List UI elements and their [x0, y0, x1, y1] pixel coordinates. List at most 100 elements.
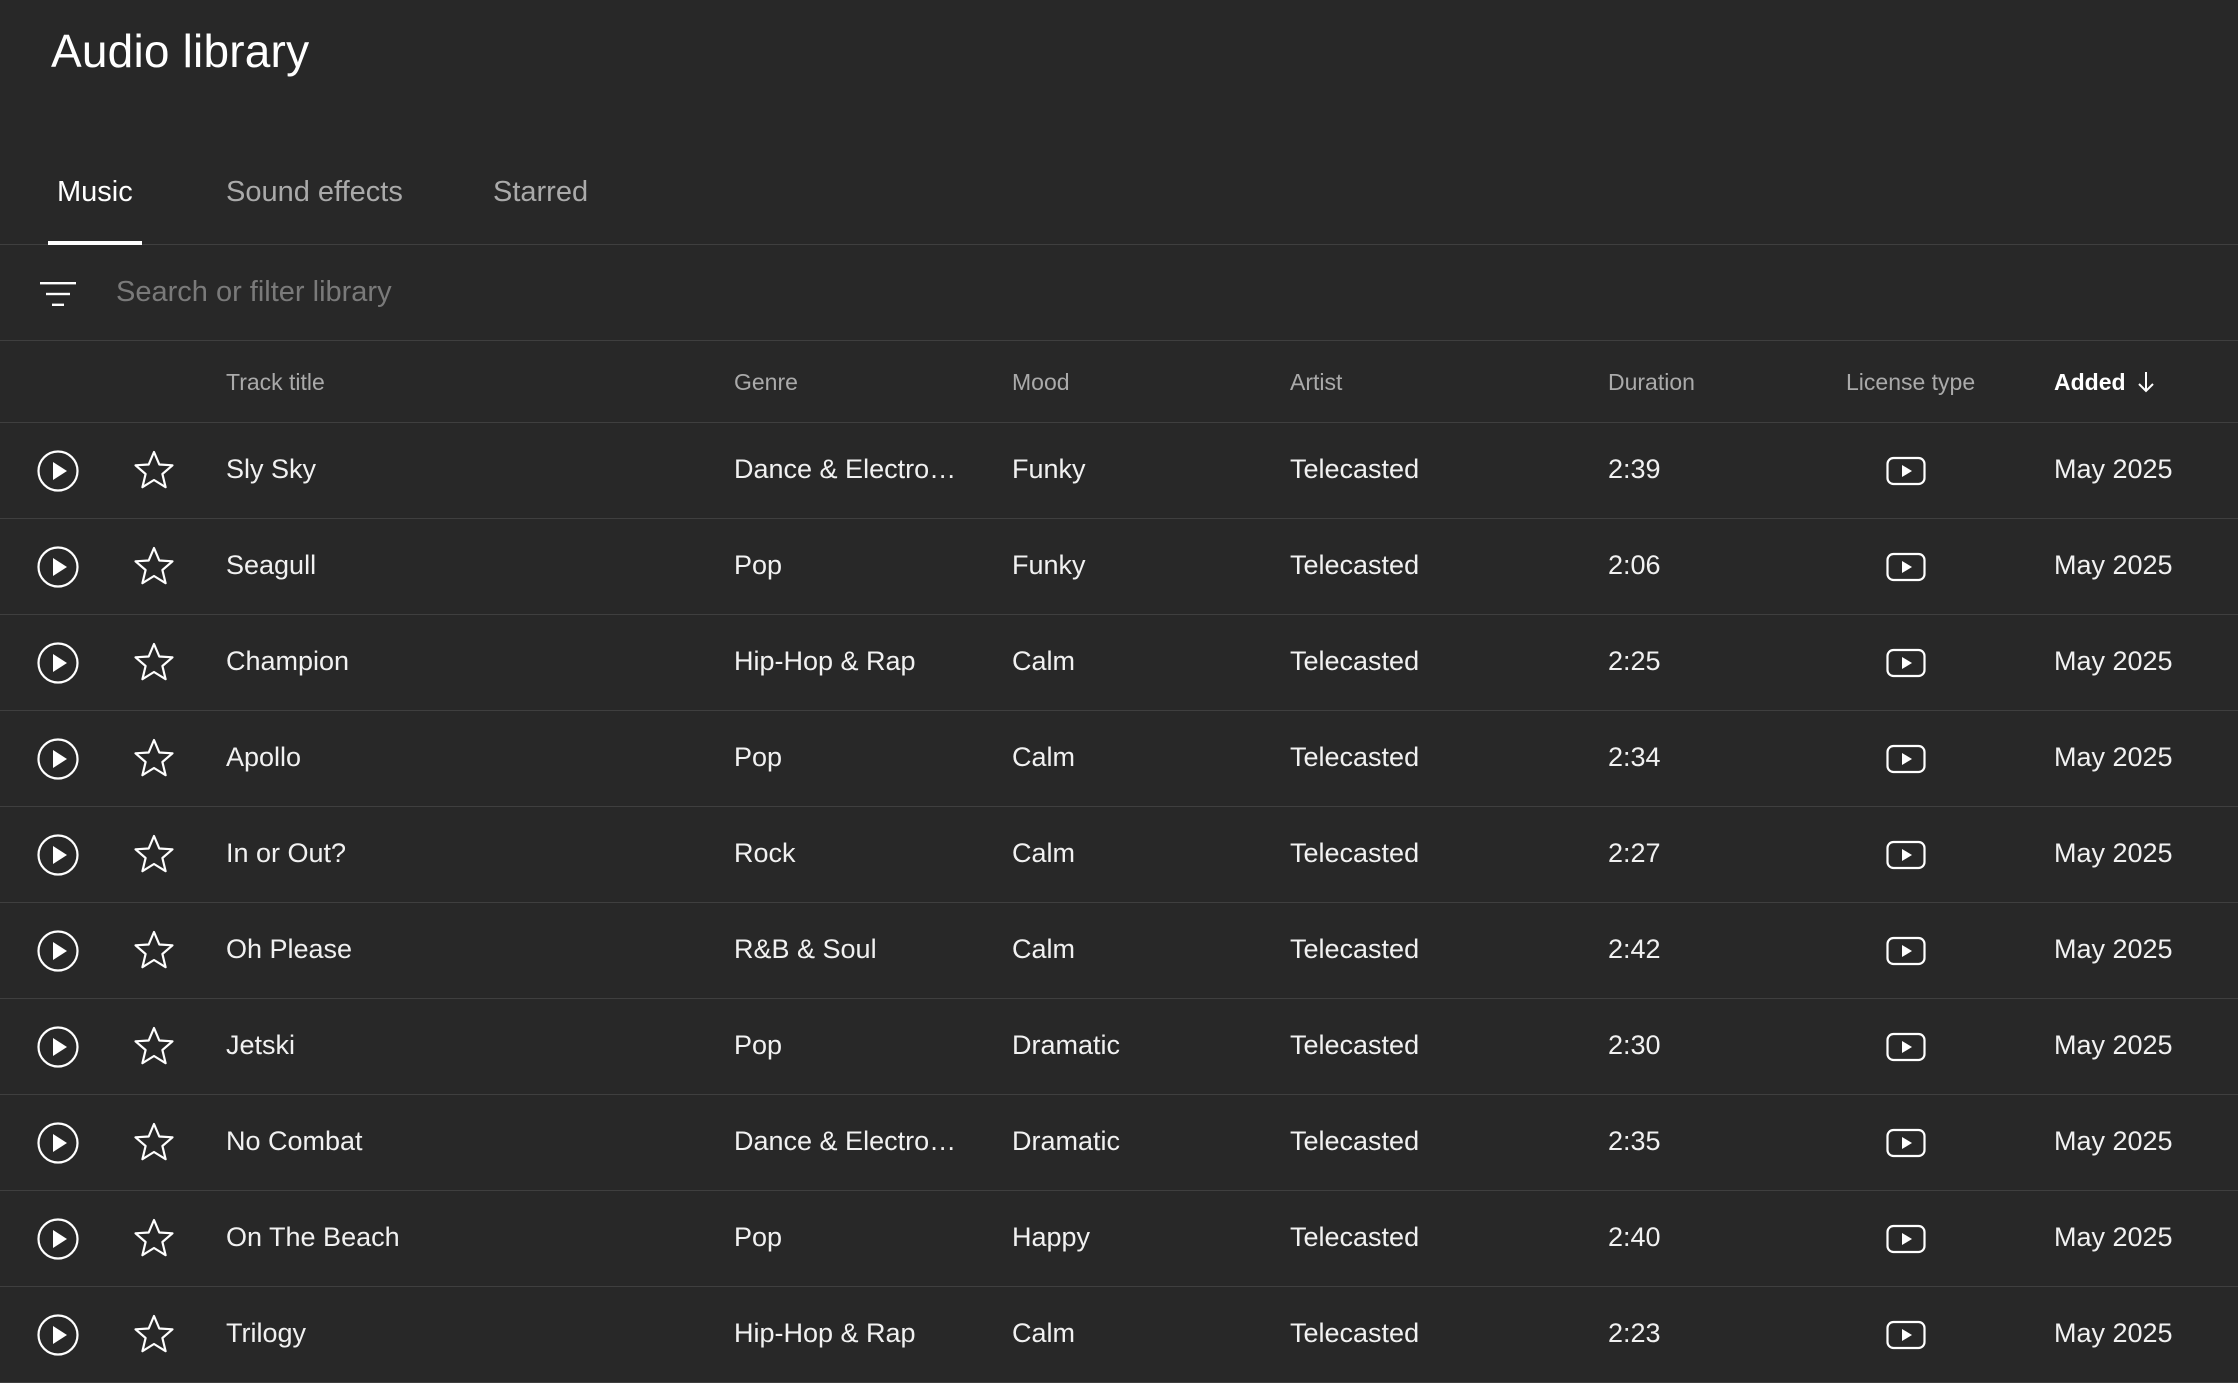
track-duration: 2:25 [1608, 646, 1661, 676]
tab-sound-effects[interactable]: Sound effects [217, 176, 412, 245]
track-artist[interactable]: Telecasted [1290, 646, 1419, 677]
tab-music[interactable]: Music [48, 176, 142, 245]
track-title: In or Out? [226, 838, 347, 868]
track-mood: Funky [1012, 550, 1086, 580]
star-icon[interactable] [132, 1216, 176, 1260]
star-icon[interactable] [132, 832, 176, 876]
youtube-icon [1886, 456, 1926, 486]
track-genre: Pop [734, 1030, 783, 1060]
track-artist[interactable]: Telecasted [1290, 1030, 1419, 1061]
table-row[interactable]: On The Beach Pop Happy Telecasted 2:40 M… [0, 1191, 2238, 1287]
track-genre: Pop [734, 742, 783, 772]
track-genre: Pop [734, 1222, 783, 1252]
play-icon[interactable] [36, 545, 80, 589]
track-genre: Dance & Electro… [734, 454, 957, 484]
filter-icon[interactable] [38, 279, 78, 309]
track-duration: 2:35 [1608, 1126, 1661, 1156]
youtube-icon [1886, 744, 1926, 774]
table-row[interactable]: No Combat Dance & Electro… Dramatic Tele… [0, 1095, 2238, 1191]
track-mood: Dramatic [1012, 1030, 1121, 1060]
track-title: On The Beach [226, 1222, 400, 1252]
track-added: May 2025 [2054, 838, 2173, 868]
column-header-track-title[interactable]: Track title [226, 369, 325, 396]
track-artist[interactable]: Telecasted [1290, 1126, 1419, 1157]
track-mood: Calm [1012, 646, 1076, 676]
play-icon[interactable] [36, 1217, 80, 1261]
track-duration: 2:34 [1608, 742, 1661, 772]
column-header-added-label: Added [2054, 369, 2126, 395]
search-input[interactable] [114, 267, 2014, 317]
play-icon[interactable] [36, 641, 80, 685]
tab-starred[interactable]: Starred [484, 176, 597, 245]
column-header-duration[interactable]: Duration [1608, 369, 1695, 396]
table-row[interactable]: Oh Please R&B & Soul Calm Telecasted 2:4… [0, 903, 2238, 999]
track-duration: 2:30 [1608, 1030, 1661, 1060]
youtube-icon [1886, 552, 1926, 582]
track-duration: 2:06 [1608, 550, 1661, 580]
track-duration: 2:23 [1608, 1318, 1661, 1348]
play-icon[interactable] [36, 737, 80, 781]
track-added: May 2025 [2054, 646, 2173, 676]
track-genre: Hip-Hop & Rap [734, 1318, 916, 1348]
track-genre: Hip-Hop & Rap [734, 646, 916, 676]
arrow-down-icon [2137, 372, 2154, 393]
youtube-icon [1886, 1320, 1926, 1350]
star-icon[interactable] [132, 640, 176, 684]
play-icon[interactable] [36, 833, 80, 877]
table-row[interactable]: Seagull Pop Funky Telecasted 2:06 May 20… [0, 519, 2238, 615]
table-header: Track title Genre Mood Artist Duration L… [0, 341, 2238, 423]
track-genre: Dance & Electro… [734, 1126, 957, 1156]
track-added: May 2025 [2054, 742, 2173, 772]
track-title: Trilogy [226, 1318, 307, 1348]
column-header-artist[interactable]: Artist [1290, 369, 1342, 396]
track-title: Oh Please [226, 934, 353, 964]
track-mood: Calm [1012, 1318, 1076, 1348]
star-icon[interactable] [132, 928, 176, 972]
table-row[interactable]: Sly Sky Dance & Electro… Funky Telecaste… [0, 423, 2238, 519]
table-row[interactable]: Apollo Pop Calm Telecasted 2:34 May 2025 [0, 711, 2238, 807]
track-added: May 2025 [2054, 1222, 2173, 1252]
track-genre: R&B & Soul [734, 934, 877, 964]
play-icon[interactable] [36, 449, 80, 493]
track-artist[interactable]: Telecasted [1290, 838, 1419, 869]
youtube-icon [1886, 936, 1926, 966]
table-row[interactable]: Jetski Pop Dramatic Telecasted 2:30 May … [0, 999, 2238, 1095]
page-title: Audio library [51, 25, 310, 77]
table-row[interactable]: Champion Hip-Hop & Rap Calm Telecasted 2… [0, 615, 2238, 711]
column-header-genre[interactable]: Genre [734, 369, 798, 396]
tab-bar: Music Sound effects Starred [0, 150, 2238, 245]
column-header-mood[interactable]: Mood [1012, 369, 1070, 396]
track-mood: Funky [1012, 454, 1086, 484]
track-title: Champion [226, 646, 350, 676]
track-mood: Happy [1012, 1222, 1091, 1252]
star-icon[interactable] [132, 448, 176, 492]
track-added: May 2025 [2054, 1318, 2173, 1348]
play-icon[interactable] [36, 1313, 80, 1357]
column-header-added[interactable]: Added [2054, 369, 2156, 396]
track-artist[interactable]: Telecasted [1290, 550, 1419, 581]
track-artist[interactable]: Telecasted [1290, 934, 1419, 965]
track-artist[interactable]: Telecasted [1290, 1318, 1419, 1349]
star-icon[interactable] [132, 1312, 176, 1356]
track-artist[interactable]: Telecasted [1290, 742, 1419, 773]
play-icon[interactable] [36, 1025, 80, 1069]
star-icon[interactable] [132, 736, 176, 780]
track-title: Seagull [226, 550, 317, 580]
table-row[interactable]: Trilogy Hip-Hop & Rap Calm Telecasted 2:… [0, 1287, 2238, 1383]
star-icon[interactable] [132, 544, 176, 588]
youtube-icon [1886, 648, 1926, 678]
track-artist[interactable]: Telecasted [1290, 1222, 1419, 1253]
star-icon[interactable] [132, 1120, 176, 1164]
track-added: May 2025 [2054, 454, 2173, 484]
play-icon[interactable] [36, 1121, 80, 1165]
track-added: May 2025 [2054, 1126, 2173, 1156]
column-header-license-type[interactable]: License type [1846, 369, 1975, 396]
table-row[interactable]: In or Out? Rock Calm Telecasted 2:27 May… [0, 807, 2238, 903]
track-title: Jetski [226, 1030, 296, 1060]
play-icon[interactable] [36, 929, 80, 973]
star-icon[interactable] [132, 1024, 176, 1068]
track-title: No Combat [226, 1126, 363, 1156]
track-duration: 2:40 [1608, 1222, 1661, 1252]
filter-bar [0, 245, 2238, 341]
track-artist[interactable]: Telecasted [1290, 454, 1419, 485]
